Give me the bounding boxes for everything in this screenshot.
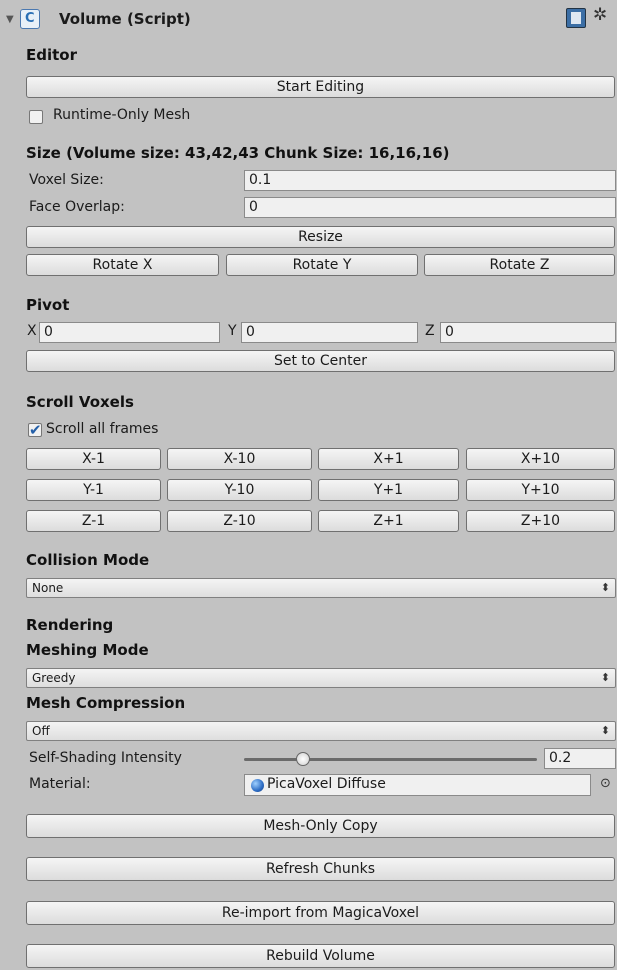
scroll-z-plus-1-button[interactable]: Z+1 bbox=[318, 510, 459, 532]
mesh-compression-dropdown[interactable]: Off ⬍ bbox=[26, 721, 616, 741]
size-heading: Size (Volume size: 43,42,43 Chunk Size: … bbox=[26, 144, 450, 162]
collision-mode-dropdown[interactable]: None ⬍ bbox=[26, 578, 616, 598]
pivot-x-label: X bbox=[27, 323, 37, 339]
self-shading-value-field[interactable]: 0.2 bbox=[544, 748, 616, 769]
rebuild-volume-button[interactable]: Rebuild Volume bbox=[26, 944, 615, 968]
material-label: Material: bbox=[29, 776, 91, 792]
foldout-arrow-icon[interactable]: ▼ bbox=[6, 14, 14, 25]
mesh-compression-heading: Mesh Compression bbox=[26, 694, 186, 712]
scroll-all-frames-label: Scroll all frames bbox=[46, 421, 159, 437]
refresh-chunks-button[interactable]: Refresh Chunks bbox=[26, 857, 615, 881]
pivot-x-field[interactable]: 0 bbox=[39, 322, 220, 343]
scroll-z-minus-10-button[interactable]: Z-10 bbox=[167, 510, 312, 532]
voxel-size-label: Voxel Size: bbox=[29, 172, 104, 188]
scroll-y-plus-10-button[interactable]: Y+10 bbox=[466, 479, 615, 501]
self-shading-slider-track[interactable] bbox=[244, 758, 537, 761]
scroll-y-minus-10-button[interactable]: Y-10 bbox=[167, 479, 312, 501]
voxel-size-field[interactable]: 0.1 bbox=[244, 170, 616, 191]
scroll-z-minus-1-button[interactable]: Z-1 bbox=[26, 510, 161, 532]
set-to-center-button[interactable]: Set to Center bbox=[26, 350, 615, 372]
dropdown-arrow-icon: ⬍ bbox=[600, 724, 610, 737]
self-shading-slider-thumb[interactable] bbox=[295, 752, 310, 766]
scroll-z-plus-10-button[interactable]: Z+10 bbox=[466, 510, 615, 532]
face-overlap-field[interactable]: 0 bbox=[244, 197, 616, 218]
material-value: PicaVoxel Diffuse bbox=[267, 776, 386, 792]
scroll-voxels-heading: Scroll Voxels bbox=[26, 393, 134, 411]
mesh-only-copy-button[interactable]: Mesh-Only Copy bbox=[26, 814, 615, 838]
collision-mode-value: None bbox=[32, 581, 64, 595]
scroll-x-plus-10-button[interactable]: X+10 bbox=[466, 448, 615, 470]
rotate-y-button[interactable]: Rotate Y bbox=[226, 254, 418, 276]
rendering-heading: Rendering bbox=[26, 616, 114, 634]
meshing-mode-value: Greedy bbox=[32, 671, 76, 685]
runtime-only-mesh-checkbox[interactable] bbox=[29, 110, 43, 124]
collision-mode-heading: Collision Mode bbox=[26, 551, 150, 569]
object-picker-icon[interactable]: ⊙ bbox=[600, 776, 611, 791]
rotate-x-button[interactable]: Rotate X bbox=[26, 254, 219, 276]
material-sphere-icon bbox=[251, 779, 264, 792]
self-shading-label: Self-Shading Intensity bbox=[29, 750, 182, 766]
scroll-x-plus-1-button[interactable]: X+1 bbox=[318, 448, 459, 470]
component-title: Volume (Script) bbox=[59, 10, 191, 28]
dropdown-arrow-icon: ⬍ bbox=[600, 581, 610, 594]
resize-button[interactable]: Resize bbox=[26, 226, 615, 248]
pivot-z-field[interactable]: 0 bbox=[440, 322, 616, 343]
editor-heading: Editor bbox=[26, 46, 77, 64]
dropdown-arrow-icon: ⬍ bbox=[600, 671, 610, 684]
scroll-x-minus-1-button[interactable]: X-1 bbox=[26, 448, 161, 470]
scroll-all-frames-checkbox[interactable]: ✔ bbox=[28, 423, 42, 438]
start-editing-button[interactable]: Start Editing bbox=[26, 76, 615, 98]
meshing-mode-dropdown[interactable]: Greedy ⬍ bbox=[26, 668, 616, 688]
meshing-mode-heading: Meshing Mode bbox=[26, 641, 149, 659]
scroll-y-plus-1-button[interactable]: Y+1 bbox=[318, 479, 459, 501]
runtime-only-mesh-label: Runtime-Only Mesh bbox=[53, 107, 191, 123]
mesh-compression-value: Off bbox=[32, 724, 50, 738]
gear-icon[interactable]: ✲ bbox=[593, 5, 607, 25]
script-icon: C bbox=[20, 9, 40, 29]
pivot-z-label: Z bbox=[425, 323, 435, 339]
pivot-y-field[interactable]: 0 bbox=[241, 322, 418, 343]
reimport-magicavoxel-button[interactable]: Re-import from MagicaVoxel bbox=[26, 901, 615, 925]
help-book-icon[interactable] bbox=[566, 8, 586, 28]
rotate-z-button[interactable]: Rotate Z bbox=[424, 254, 615, 276]
scroll-x-minus-10-button[interactable]: X-10 bbox=[167, 448, 312, 470]
pivot-heading: Pivot bbox=[26, 296, 70, 314]
pivot-y-label: Y bbox=[228, 323, 237, 339]
face-overlap-label: Face Overlap: bbox=[29, 199, 125, 215]
scroll-y-minus-1-button[interactable]: Y-1 bbox=[26, 479, 161, 501]
material-field[interactable]: PicaVoxel Diffuse bbox=[244, 774, 591, 796]
